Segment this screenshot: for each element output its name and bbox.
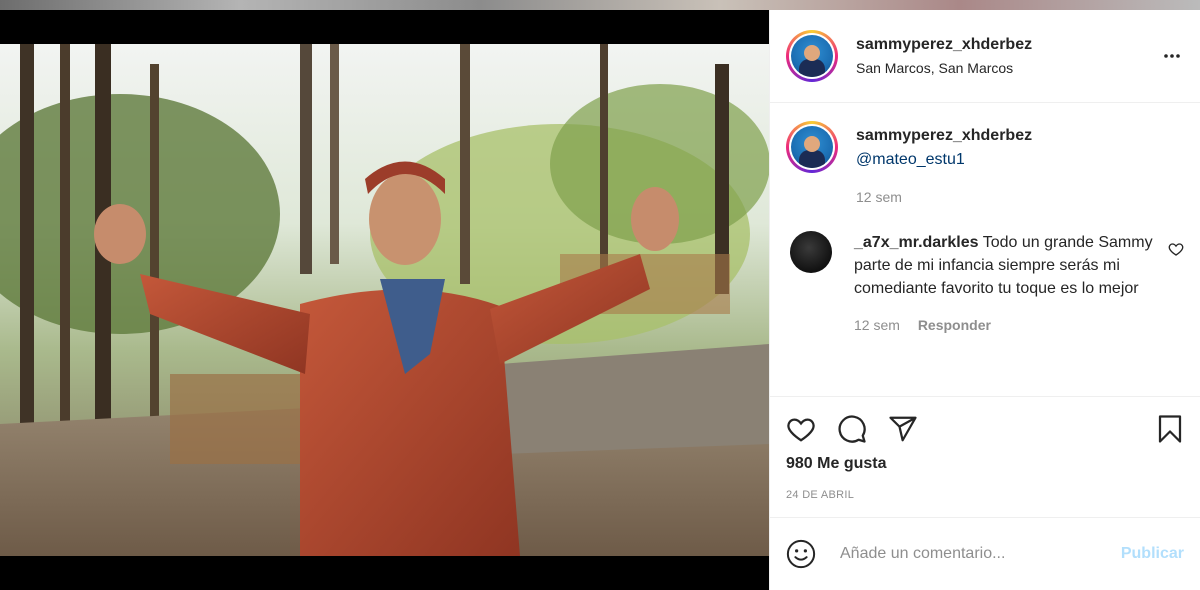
caption-body: sammyperez_xhderbez @mateo_estu1 12 sem xyxy=(856,121,1184,207)
comment-bubble-icon xyxy=(838,415,866,443)
comment-item: _a7x_mr.darkles Todo un grande Sammy par… xyxy=(786,231,1184,337)
comment-input[interactable] xyxy=(840,545,1121,563)
caption-avatar-ring[interactable] xyxy=(786,121,838,173)
caption-mention-link[interactable]: @mateo_estu1 xyxy=(856,151,1184,169)
caption-avatar-frame xyxy=(789,124,835,170)
comments-list[interactable]: sammyperez_xhderbez @mateo_estu1 12 sem … xyxy=(770,103,1200,395)
save-button[interactable] xyxy=(1148,411,1184,447)
smiley-icon xyxy=(786,539,816,569)
share-button[interactable] xyxy=(888,411,924,447)
post-location[interactable]: San Marcos, San Marcos xyxy=(856,60,1160,76)
paper-plane-icon xyxy=(889,416,917,442)
comment-time[interactable]: 12 sem xyxy=(854,317,900,333)
caption-row: sammyperez_xhderbez @mateo_estu1 12 sem xyxy=(786,121,1184,207)
heart-icon xyxy=(787,418,815,442)
post-date[interactable]: 24 DE ABRIL xyxy=(786,489,1184,501)
author-avatar xyxy=(791,35,833,77)
publish-comment-button[interactable]: Publicar xyxy=(1121,545,1184,563)
caption-time[interactable]: 12 sem xyxy=(856,189,902,205)
comment-meta: 12 sem Responder xyxy=(854,314,1158,337)
comment-body: _a7x_mr.darkles Todo un grande Sammy par… xyxy=(854,231,1168,337)
more-options-button[interactable] xyxy=(1160,44,1184,68)
post-header: sammyperez_xhderbez San Marcos, San Marc… xyxy=(770,10,1200,103)
caption-avatar xyxy=(791,126,833,168)
post-side-panel: sammyperez_xhderbez San Marcos, San Marc… xyxy=(769,10,1200,590)
author-avatar-ring[interactable] xyxy=(786,30,838,82)
author-avatar-frame xyxy=(789,33,835,79)
post-actions: 980 Me gusta 24 DE ABRIL xyxy=(770,396,1200,501)
add-comment-bar: Publicar xyxy=(770,517,1200,590)
comment-content: _a7x_mr.darkles Todo un grande Sammy par… xyxy=(854,231,1158,300)
header-text: sammyperez_xhderbez San Marcos, San Marc… xyxy=(856,36,1160,76)
commenter-username[interactable]: _a7x_mr.darkles xyxy=(854,234,979,251)
photo-scene xyxy=(0,44,769,556)
likes-count[interactable]: 980 Me gusta xyxy=(786,455,1184,473)
commenter-avatar[interactable] xyxy=(790,231,832,273)
like-button[interactable] xyxy=(786,411,822,447)
author-username[interactable]: sammyperez_xhderbez xyxy=(856,36,1160,54)
comment-like-heart-icon[interactable] xyxy=(1168,241,1184,257)
more-horizontal-icon xyxy=(1164,54,1180,58)
post-modal: sammyperez_xhderbez San Marcos, San Marc… xyxy=(0,10,1200,590)
post-media[interactable] xyxy=(0,10,769,590)
action-icons xyxy=(786,411,1184,447)
post-photo xyxy=(0,44,769,556)
caption-username[interactable]: sammyperez_xhderbez xyxy=(856,127,1184,145)
backdrop xyxy=(0,0,1200,10)
emoji-button[interactable] xyxy=(786,536,822,572)
comment-button[interactable] xyxy=(837,411,873,447)
reply-button[interactable]: Responder xyxy=(918,317,991,333)
bookmark-icon xyxy=(1158,415,1182,443)
